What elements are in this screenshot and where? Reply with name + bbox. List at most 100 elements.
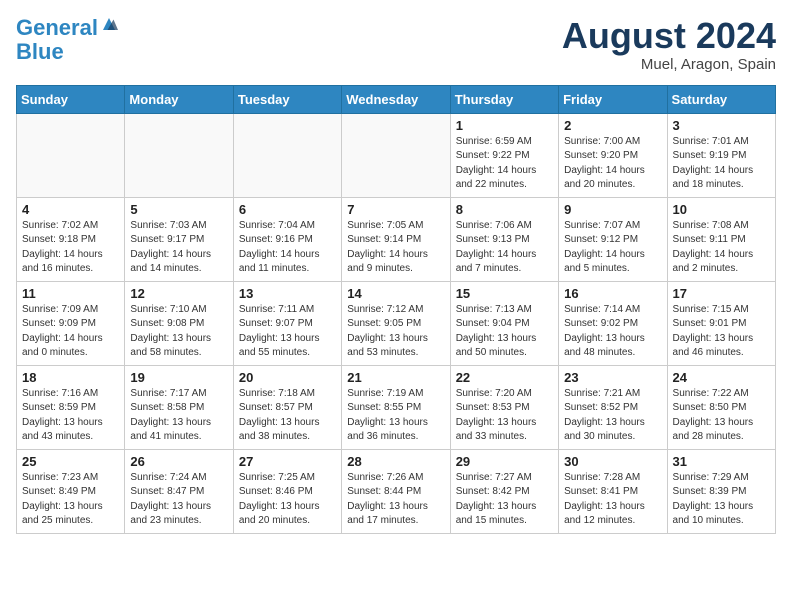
day-number: 19 [130, 370, 227, 385]
day-info: Sunrise: 7:12 AMSunset: 9:05 PMDaylight:… [347, 303, 444, 361]
day-info: Sunrise: 6:59 AMSunset: 9:22 PMDaylight:… [456, 135, 553, 193]
day-info: Sunrise: 7:04 AMSunset: 9:16 PMDaylight:… [239, 219, 336, 277]
location: Muel, Aragon, Spain [562, 56, 776, 73]
day-info: Sunrise: 7:23 AMSunset: 8:49 PMDaylight:… [22, 471, 119, 529]
day-info: Sunrise: 7:18 AMSunset: 8:57 PMDaylight:… [239, 387, 336, 445]
day-info: Sunrise: 7:15 AMSunset: 9:01 PMDaylight:… [673, 303, 770, 361]
day-number: 10 [673, 202, 770, 217]
calendar-cell: 2 Sunrise: 7:00 AMSunset: 9:20 PMDaylight… [559, 113, 667, 197]
calendar-cell: 14 Sunrise: 7:12 AMSunset: 9:05 PMDayligh… [342, 281, 450, 365]
day-number: 31 [673, 454, 770, 469]
logo-blue: Blue [16, 40, 118, 64]
day-info: Sunrise: 7:01 AMSunset: 9:19 PMDaylight:… [673, 135, 770, 193]
weekday-header-monday: Monday [125, 85, 233, 113]
day-info: Sunrise: 7:10 AMSunset: 9:08 PMDaylight:… [130, 303, 227, 361]
day-info: Sunrise: 7:27 AMSunset: 8:42 PMDaylight:… [456, 471, 553, 529]
day-number: 2 [564, 118, 661, 133]
calendar-cell: 22 Sunrise: 7:20 AMSunset: 8:53 PMDayligh… [450, 365, 558, 449]
calendar-cell: 6 Sunrise: 7:04 AMSunset: 9:16 PMDaylight… [233, 197, 341, 281]
day-number: 23 [564, 370, 661, 385]
day-number: 7 [347, 202, 444, 217]
day-info: Sunrise: 7:28 AMSunset: 8:41 PMDaylight:… [564, 471, 661, 529]
calendar-week-3: 11Sunrise: 7:09 AMSunset: 9:09 PMDayligh… [17, 281, 776, 365]
calendar-cell: 1 Sunrise: 6:59 AMSunset: 9:22 PMDaylight… [450, 113, 558, 197]
day-info: Sunrise: 7:20 AMSunset: 8:53 PMDaylight:… [456, 387, 553, 445]
day-number: 13 [239, 286, 336, 301]
calendar-header-row: SundayMondayTuesdayWednesdayThursdayFrid… [17, 85, 776, 113]
day-info: Sunrise: 7:25 AMSunset: 8:46 PMDaylight:… [239, 471, 336, 529]
calendar-cell: 8 Sunrise: 7:06 AMSunset: 9:13 PMDaylight… [450, 197, 558, 281]
weekday-header-wednesday: Wednesday [342, 85, 450, 113]
calendar-cell: 29 Sunrise: 7:27 AMSunset: 8:42 PMDayligh… [450, 449, 558, 533]
day-number: 12 [130, 286, 227, 301]
day-number: 14 [347, 286, 444, 301]
day-number: 24 [673, 370, 770, 385]
day-number: 4 [22, 202, 119, 217]
page-header: General Blue August 2024 Muel, Aragon, S… [16, 16, 776, 73]
day-info: Sunrise: 7:08 AMSunset: 9:11 PMDaylight:… [673, 219, 770, 277]
day-info: Sunrise: 7:13 AMSunset: 9:04 PMDaylight:… [456, 303, 553, 361]
day-number: 1 [456, 118, 553, 133]
calendar-cell: 20Sunrise: 7:18 AMSunset: 8:57 PMDayligh… [233, 365, 341, 449]
calendar-cell: 17 Sunrise: 7:15 AMSunset: 9:01 PMDayligh… [667, 281, 775, 365]
weekday-header-saturday: Saturday [667, 85, 775, 113]
day-number: 28 [347, 454, 444, 469]
day-number: 5 [130, 202, 227, 217]
calendar-cell: 24 Sunrise: 7:22 AMSunset: 8:50 PMDayligh… [667, 365, 775, 449]
calendar-cell: 18 Sunrise: 7:16 AMSunset: 8:59 PMDayligh… [17, 365, 125, 449]
calendar-cell: 27Sunrise: 7:25 AMSunset: 8:46 PMDayligh… [233, 449, 341, 533]
calendar-cell: 26Sunrise: 7:24 AMSunset: 8:47 PMDayligh… [125, 449, 233, 533]
logo-icon [100, 15, 118, 33]
day-info: Sunrise: 7:07 AMSunset: 9:12 PMDaylight:… [564, 219, 661, 277]
day-info: Sunrise: 7:14 AMSunset: 9:02 PMDaylight:… [564, 303, 661, 361]
day-number: 6 [239, 202, 336, 217]
day-info: Sunrise: 7:03 AMSunset: 9:17 PMDaylight:… [130, 219, 227, 277]
day-number: 18 [22, 370, 119, 385]
calendar-cell: 15 Sunrise: 7:13 AMSunset: 9:04 PMDayligh… [450, 281, 558, 365]
day-info: Sunrise: 7:16 AMSunset: 8:59 PMDaylight:… [22, 387, 119, 445]
day-info: Sunrise: 7:05 AMSunset: 9:14 PMDaylight:… [347, 219, 444, 277]
calendar-cell: 12 Sunrise: 7:10 AMSunset: 9:08 PMDayligh… [125, 281, 233, 365]
day-number: 3 [673, 118, 770, 133]
day-number: 30 [564, 454, 661, 469]
day-number: 25 [22, 454, 119, 469]
calendar-cell: 31 Sunrise: 7:29 AMSunset: 8:39 PMDayligh… [667, 449, 775, 533]
day-number: 21 [347, 370, 444, 385]
day-number: 17 [673, 286, 770, 301]
logo-text: General [16, 16, 98, 40]
calendar-cell: 11Sunrise: 7:09 AMSunset: 9:09 PMDayligh… [17, 281, 125, 365]
calendar-cell: 25 Sunrise: 7:23 AMSunset: 8:49 PMDayligh… [17, 449, 125, 533]
calendar-cell: 30 Sunrise: 7:28 AMSunset: 8:41 PMDayligh… [559, 449, 667, 533]
calendar-cell: 10 Sunrise: 7:08 AMSunset: 9:11 PMDayligh… [667, 197, 775, 281]
day-info: Sunrise: 7:00 AMSunset: 9:20 PMDaylight:… [564, 135, 661, 193]
day-info: Sunrise: 7:22 AMSunset: 8:50 PMDaylight:… [673, 387, 770, 445]
calendar-cell: 16Sunrise: 7:14 AMSunset: 9:02 PMDayligh… [559, 281, 667, 365]
calendar-cell: 5 Sunrise: 7:03 AMSunset: 9:17 PMDaylight… [125, 197, 233, 281]
day-info: Sunrise: 7:26 AMSunset: 8:44 PMDaylight:… [347, 471, 444, 529]
day-number: 9 [564, 202, 661, 217]
title-block: August 2024 Muel, Aragon, Spain [562, 16, 776, 73]
weekday-header-friday: Friday [559, 85, 667, 113]
calendar-cell: 3 Sunrise: 7:01 AMSunset: 9:19 PMDaylight… [667, 113, 775, 197]
calendar-cell [17, 113, 125, 197]
day-number: 8 [456, 202, 553, 217]
day-info: Sunrise: 7:06 AMSunset: 9:13 PMDaylight:… [456, 219, 553, 277]
weekday-header-thursday: Thursday [450, 85, 558, 113]
calendar-week-1: 1 Sunrise: 6:59 AMSunset: 9:22 PMDaylight… [17, 113, 776, 197]
calendar-cell: 19 Sunrise: 7:17 AMSunset: 8:58 PMDayligh… [125, 365, 233, 449]
calendar-week-2: 4Sunrise: 7:02 AMSunset: 9:18 PMDaylight… [17, 197, 776, 281]
day-number: 22 [456, 370, 553, 385]
day-number: 15 [456, 286, 553, 301]
calendar-cell: 9 Sunrise: 7:07 AMSunset: 9:12 PMDaylight… [559, 197, 667, 281]
calendar-cell: 23Sunrise: 7:21 AMSunset: 8:52 PMDayligh… [559, 365, 667, 449]
day-info: Sunrise: 7:29 AMSunset: 8:39 PMDaylight:… [673, 471, 770, 529]
calendar-week-5: 25 Sunrise: 7:23 AMSunset: 8:49 PMDayligh… [17, 449, 776, 533]
day-number: 26 [130, 454, 227, 469]
day-info: Sunrise: 7:17 AMSunset: 8:58 PMDaylight:… [130, 387, 227, 445]
logo: General Blue [16, 16, 118, 64]
calendar-table: SundayMondayTuesdayWednesdayThursdayFrid… [16, 85, 776, 534]
calendar-cell [125, 113, 233, 197]
day-number: 29 [456, 454, 553, 469]
day-info: Sunrise: 7:09 AMSunset: 9:09 PMDaylight:… [22, 303, 119, 361]
day-info: Sunrise: 7:19 AMSunset: 8:55 PMDaylight:… [347, 387, 444, 445]
